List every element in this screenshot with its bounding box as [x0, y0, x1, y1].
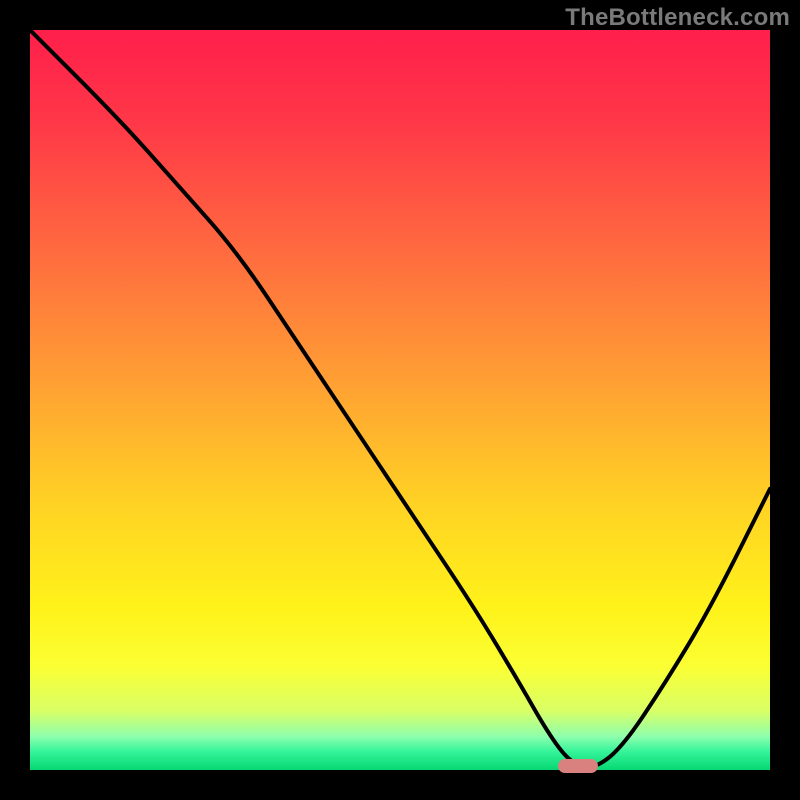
bottleneck-curve: [30, 30, 770, 770]
plot-area: [30, 30, 770, 770]
optimal-marker: [558, 759, 598, 773]
watermark-text: TheBottleneck.com: [565, 4, 790, 32]
chart-frame: TheBottleneck.com: [0, 0, 800, 800]
